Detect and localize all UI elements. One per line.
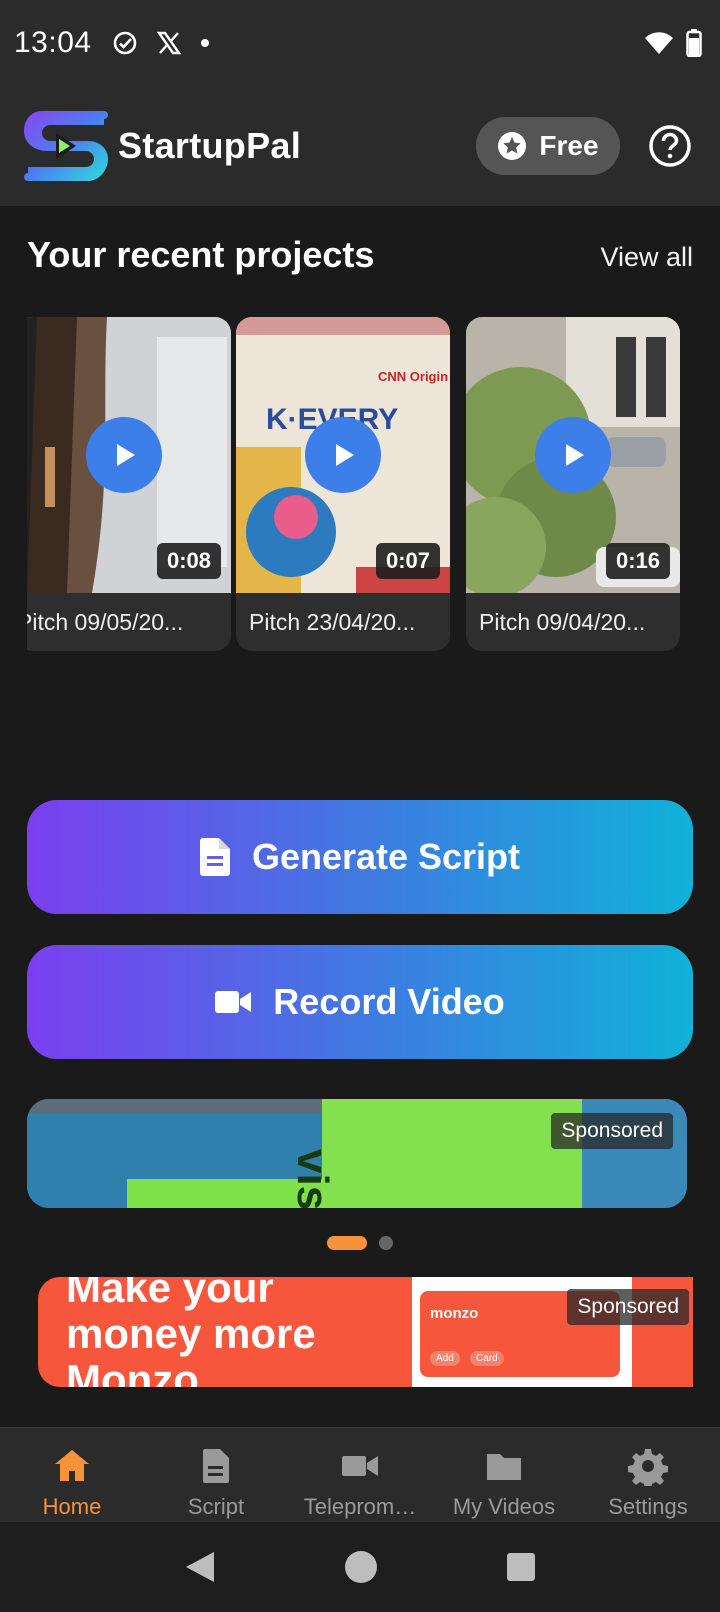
- nav-label: My Videos: [452, 1494, 556, 1519]
- battery-icon: [686, 29, 702, 57]
- bottom-navigation: Home Script Teleprom… My Videos Settings: [0, 1427, 720, 1522]
- sponsored-banner[interactable]: Make your money more Monzo monzo Add Car…: [38, 1277, 693, 1387]
- carousel-dot-active[interactable]: [327, 1236, 367, 1250]
- section-title: Your recent projects: [27, 234, 375, 275]
- project-caption: Pitch 09/04/20...: [479, 608, 646, 635]
- recent-projects-carousel[interactable]: 0:08 Pitch 09/05/20... CNN Origin K·EVER…: [27, 317, 693, 651]
- nav-label: Settings: [608, 1494, 688, 1519]
- project-card[interactable]: 0:16 Pitch 09/04/20...: [466, 317, 680, 651]
- project-card[interactable]: 0:08 Pitch 09/05/20...: [27, 317, 231, 651]
- star-icon: [498, 132, 527, 160]
- card-brand: monzo: [430, 1305, 479, 1322]
- ad-headline: Make your money more Monzo: [66, 1277, 316, 1387]
- plan-badge-button[interactable]: Free: [476, 117, 620, 175]
- ad-brand-text: vise: [288, 1149, 337, 1208]
- record-video-button[interactable]: Record Video: [27, 945, 693, 1059]
- notification-icons: [112, 30, 210, 56]
- nav-item-home[interactable]: Home: [0, 1428, 144, 1522]
- status-time: 13:04: [14, 26, 92, 59]
- help-icon[interactable]: [648, 124, 692, 168]
- nav-label: Script: [187, 1494, 245, 1519]
- nav-item-teleprompter[interactable]: Teleprom…: [288, 1428, 432, 1522]
- play-button[interactable]: [305, 417, 381, 493]
- system-navigation-bar: [0, 1522, 720, 1612]
- nav-label: Home: [42, 1494, 102, 1519]
- duration-badge: 0:08: [156, 543, 221, 579]
- carousel-dot[interactable]: [379, 1236, 393, 1250]
- project-card[interactable]: CNN Origin K·EVERY 0:07 Pitch 23/04/20..…: [236, 317, 450, 651]
- nav-item-settings[interactable]: Settings: [576, 1428, 720, 1522]
- document-icon: [203, 1449, 229, 1483]
- nav-item-script[interactable]: Script: [144, 1428, 288, 1522]
- play-icon: [566, 444, 584, 466]
- brand-name: StartupPal: [118, 125, 302, 166]
- card-chip: Card: [470, 1351, 504, 1366]
- document-icon: [199, 838, 230, 876]
- back-icon[interactable]: [184, 1550, 216, 1584]
- nav-item-my-videos[interactable]: My Videos: [432, 1428, 576, 1522]
- nav-label: Teleprom…: [303, 1494, 417, 1519]
- carousel-indicator: [327, 1236, 393, 1250]
- folder-icon: [487, 1454, 521, 1480]
- app-header: StartupPal Free: [0, 86, 720, 206]
- svg-text:CNN Origin: CNN Origin: [378, 369, 448, 384]
- view-all-link[interactable]: View all: [600, 242, 693, 273]
- wifi-icon: [645, 32, 673, 54]
- duration-badge: 0:07: [375, 543, 440, 579]
- x-logo-icon: [156, 31, 181, 55]
- play-button[interactable]: [86, 417, 162, 493]
- status-bar: 13:04: [0, 0, 720, 86]
- recents-icon[interactable]: [506, 1552, 536, 1582]
- generate-script-label: Generate Script: [251, 836, 521, 877]
- sponsored-banner[interactable]: vise Sponsored: [27, 1099, 687, 1208]
- play-icon: [117, 444, 135, 466]
- duration-badge: 0:16: [605, 543, 670, 579]
- sponsored-label: Sponsored: [567, 1289, 689, 1325]
- check-circle-icon: [113, 31, 136, 55]
- project-caption: Pitch 09/05/20...: [27, 608, 184, 635]
- play-button[interactable]: [535, 417, 611, 493]
- logo-icon: [24, 111, 108, 181]
- system-icons: [644, 29, 702, 57]
- gear-icon: [628, 1449, 668, 1486]
- home-circle-icon[interactable]: [344, 1550, 378, 1584]
- app-logo: [22, 109, 110, 183]
- record-video-label: Record Video: [273, 981, 505, 1022]
- sponsored-label: Sponsored: [551, 1113, 673, 1149]
- play-icon: [336, 444, 354, 466]
- dot-icon: [200, 39, 209, 47]
- project-caption: Pitch 23/04/20...: [249, 608, 416, 635]
- video-camera-icon: [215, 991, 252, 1013]
- home-icon: [55, 1450, 89, 1481]
- add-chip: Add: [430, 1351, 460, 1366]
- generate-script-button[interactable]: Generate Script: [27, 800, 693, 914]
- video-camera-icon: [342, 1456, 378, 1476]
- plan-label: Free: [539, 130, 599, 161]
